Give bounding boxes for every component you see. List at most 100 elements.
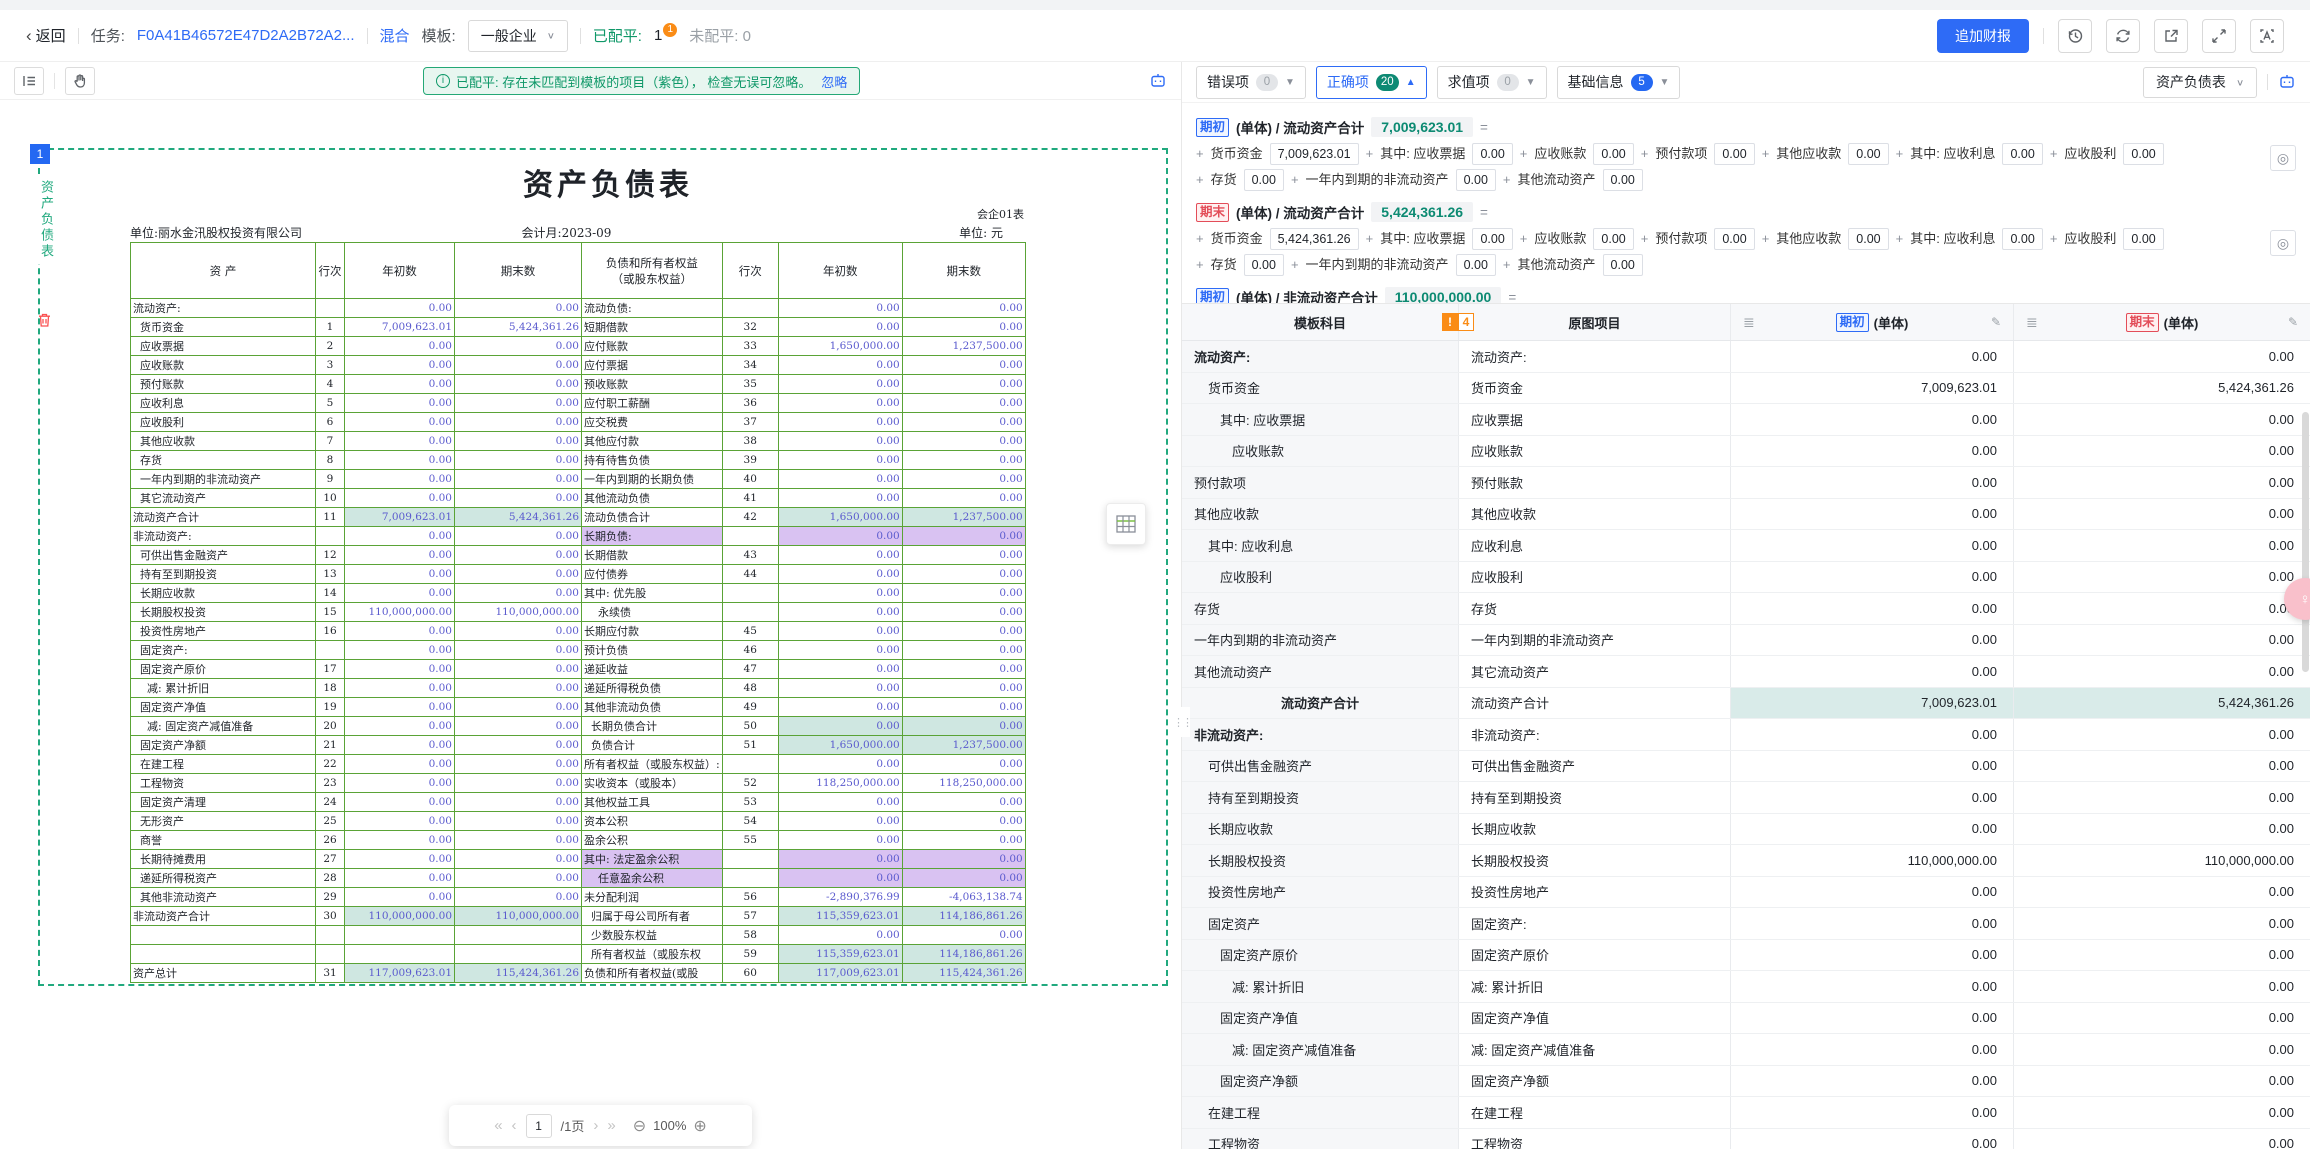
term-name: 其他应收款 <box>1776 143 1841 165</box>
table-row[interactable]: 在建工程在建工程0.000.00 <box>1182 1097 2310 1129</box>
tab-count-badge: 0 <box>1497 74 1519 91</box>
cell-begin-value: 0.00 <box>1731 940 2014 971</box>
cell-begin-value: 0.00 <box>1731 1097 2014 1128</box>
cell-original-item: 固定资产净额 <box>1459 1066 1731 1097</box>
task-id-link[interactable]: F0A41B46572E47D2A2B72A2... <box>137 27 355 44</box>
notice-ignore-link[interactable]: 忽略 <box>821 72 847 91</box>
cell-template-subject: 预付款项 <box>1182 467 1459 498</box>
doc-row: 其它流动资产100.000.00其他流动负债410.000.00 <box>131 489 1026 508</box>
first-page-icon[interactable]: « <box>494 1117 502 1134</box>
doc-row: 商誉260.000.00盈余公积550.000.00 <box>131 831 1026 850</box>
history-icon[interactable] <box>2058 19 2092 53</box>
table-row[interactable]: 投资性房地产投资性房地产0.000.00 <box>1182 877 2310 909</box>
pencil-icon[interactable]: ✎ <box>1991 315 2001 329</box>
sheet-tab-vertical[interactable]: 资产负债表 <box>36 176 57 264</box>
table-row[interactable]: 工程物资工程物资0.000.00 <box>1182 1129 2310 1149</box>
eye-icon[interactable]: ◎ <box>2270 230 2296 256</box>
cell-original-item: 其他应收款 <box>1459 499 1731 530</box>
table-row[interactable]: 其他应收款其他应收款0.000.00 <box>1182 499 2310 531</box>
tab-正确项[interactable]: 正确项20▲ <box>1316 66 1427 99</box>
cell-original-item: 流动资产: <box>1459 341 1731 372</box>
zoom-in-icon[interactable]: ⊕ <box>693 1116 706 1136</box>
doc-row: 非流动资产:0.000.00长期负债:0.000.00 <box>131 527 1026 546</box>
open-external-icon[interactable] <box>2154 19 2188 53</box>
table-row[interactable]: 可供出售金融资产可供出售金融资产0.000.00 <box>1182 751 2310 783</box>
cell-end-value: 0.00 <box>2014 341 2310 372</box>
document-canvas: 1 资产负债表 资产负债表 会企01表 单位:丽水金汛股权投资有限公司 会计月:… <box>0 100 1181 1149</box>
sheet-select[interactable]: 资产负债表 ∨ <box>2143 67 2257 98</box>
table-row[interactable]: 流动资产合计流动资产合计7,009,623.015,424,361.26 <box>1182 688 2310 720</box>
table-row[interactable]: 货币资金货币资金7,009,623.015,424,361.26 <box>1182 373 2310 405</box>
formula-total: 5,424,361.26 <box>1371 202 1473 222</box>
tab-错误项[interactable]: 错误项0▼ <box>1196 66 1306 99</box>
list-icon[interactable]: ≣ <box>2026 314 2038 331</box>
table-row[interactable]: 长期应收款长期应收款0.000.00 <box>1182 814 2310 846</box>
next-page-icon[interactable]: › <box>593 1117 598 1134</box>
back-chevron-icon: ‹ <box>26 26 32 46</box>
table-row[interactable]: 固定资产原价固定资产原价0.000.00 <box>1182 940 2310 972</box>
table-row[interactable]: 应收账款应收账款0.000.00 <box>1182 436 2310 468</box>
hand-pan-icon[interactable] <box>65 67 95 95</box>
scrollbar-thumb[interactable] <box>2302 412 2309 672</box>
tab-基础信息[interactable]: 基础信息5▼ <box>1557 66 1681 99</box>
term-name: 应收股利 <box>2064 143 2116 165</box>
ai-assistant-icon[interactable] <box>2278 73 2296 91</box>
formula-term: +一年内到期的非流动资产0.00 <box>1291 254 1496 276</box>
table-row[interactable]: 固定资产固定资产:0.000.00 <box>1182 908 2310 940</box>
formula-header: 期初(单体) / 流动资产合计7,009,623.01= <box>1196 115 2252 139</box>
cell-begin-value: 110,000,000.00 <box>1731 845 2014 876</box>
fullscreen-expand-icon[interactable] <box>2202 19 2236 53</box>
table-row[interactable]: 长期股权投资长期股权投资110,000,000.00110,000,000.00 <box>1182 845 2310 877</box>
doc-company: 单位:丽水金汛股权投资有限公司 <box>130 224 430 241</box>
tab-求值项[interactable]: 求值项0▼ <box>1437 66 1547 99</box>
doc-header-row: 资 产行次年初数期末数负债和所有者权益（或股东权益）行次年初数期末数 <box>131 243 1026 299</box>
zoom-out-icon[interactable]: ⊖ <box>633 1116 646 1136</box>
table-row[interactable]: 持有至到期投资持有至到期投资0.000.00 <box>1182 782 2310 814</box>
refresh-icon[interactable] <box>2106 19 2140 53</box>
table-grid-icon[interactable] <box>1106 503 1146 545</box>
table-row[interactable]: 减: 固定资产减值准备减: 固定资产减值准备0.000.00 <box>1182 1034 2310 1066</box>
table-row[interactable]: 其中: 应收利息应收利息0.000.00 <box>1182 530 2310 562</box>
outline-icon[interactable] <box>14 67 44 95</box>
eye-icon[interactable]: ◎ <box>2270 145 2296 171</box>
table-row[interactable]: 其他流动资产其它流动资产0.000.00 <box>1182 656 2310 688</box>
list-icon[interactable]: ≣ <box>1743 314 1755 331</box>
table-row[interactable]: 非流动资产:非流动资产:0.000.00 <box>1182 719 2310 751</box>
table-row[interactable]: 其中: 应收票据应收票据0.000.00 <box>1182 404 2310 436</box>
table-row[interactable]: 减: 累计折旧减: 累计折旧0.000.00 <box>1182 971 2310 1003</box>
panel-resize-handle[interactable]: ⋮⋮ <box>1174 707 1190 737</box>
mapping-table: 模板科目 !4 原图项目 ≣ 期初(单体) ✎ ≣ 期末(单体) ✎ 流动资产: <box>1182 303 2310 1149</box>
pencil-icon[interactable]: ✎ <box>2288 315 2298 329</box>
term-name: 其中: 应收利息 <box>1910 228 1995 250</box>
table-row[interactable]: 固定资产净值固定资产净值0.000.00 <box>1182 1003 2310 1035</box>
trash-icon[interactable] <box>37 312 52 333</box>
cell-template-subject: 固定资产净额 <box>1182 1066 1459 1097</box>
cell-end-value: 0.00 <box>2014 877 2310 908</box>
template-select[interactable]: 一般企业 ∨ <box>468 20 568 52</box>
append-report-button[interactable]: 追加财报 <box>1937 19 2029 53</box>
cell-original-item: 固定资产: <box>1459 908 1731 939</box>
page-input[interactable]: 1 <box>526 1114 552 1138</box>
doc-row: 应收票据20.000.00应付账款331,650,000.001,237,500… <box>131 337 1026 356</box>
prev-page-icon[interactable]: ‹ <box>512 1117 517 1134</box>
tab-count-badge: 20 <box>1376 74 1399 91</box>
doc-row: 固定资产净值190.000.00其他非流动负债490.000.00 <box>131 698 1026 717</box>
doc-row: 减: 固定资产减值准备200.000.00 长期负债合计500.000.00 <box>131 717 1026 736</box>
cell-original-item: 固定资产原价 <box>1459 940 1731 971</box>
cell-end-value: 0.00 <box>2014 1034 2310 1065</box>
last-page-icon[interactable]: » <box>607 1117 615 1134</box>
table-row[interactable]: 应收股利应收股利0.000.00 <box>1182 562 2310 594</box>
ai-assistant-icon[interactable] <box>1149 72 1167 90</box>
cell-begin-value: 0.00 <box>1731 467 2014 498</box>
cell-begin-value: 0.00 <box>1731 499 2014 530</box>
text-recognition-icon[interactable] <box>2250 19 2284 53</box>
back-button[interactable]: ‹ 返回 <box>26 25 66 46</box>
cell-original-item: 货币资金 <box>1459 373 1731 404</box>
table-row[interactable]: 存货存货0.000.00 <box>1182 593 2310 625</box>
term-value: 5,424,361.26 <box>1270 228 1359 250</box>
table-row[interactable]: 一年内到期的非流动资产一年内到期的非流动资产0.000.00 <box>1182 625 2310 657</box>
term-value: 0.00 <box>1244 169 1284 191</box>
table-row[interactable]: 预付款项预付账款0.000.00 <box>1182 467 2310 499</box>
table-row[interactable]: 流动资产:流动资产:0.000.00 <box>1182 341 2310 373</box>
table-row[interactable]: 固定资产净额固定资产净额0.000.00 <box>1182 1066 2310 1098</box>
